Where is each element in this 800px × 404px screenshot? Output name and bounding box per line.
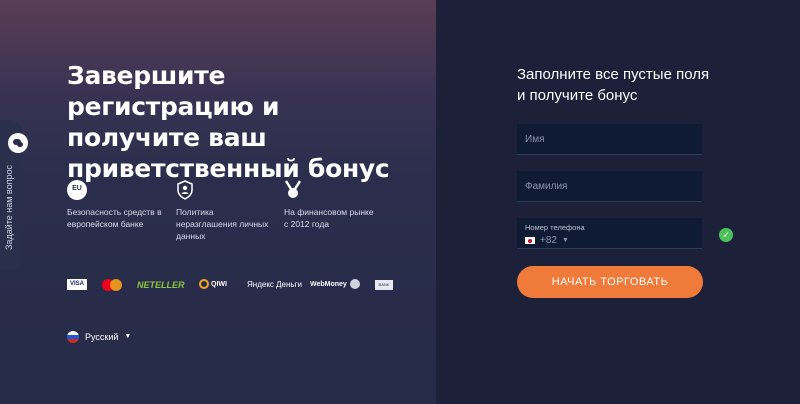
start-trading-button[interactable]: НАЧАТЬ ТОРГОВАТЬ xyxy=(517,266,703,298)
first-name-field[interactable] xyxy=(517,124,702,155)
chevron-down-icon[interactable]: ▼ xyxy=(562,237,569,244)
last-name-field[interactable] xyxy=(517,171,702,202)
phone-label: Номер телефона xyxy=(525,223,585,232)
shield-person-icon xyxy=(176,180,196,200)
yandex-money-logo: Яндекс Деньги xyxy=(247,280,302,289)
bank-logo: BANK xyxy=(375,280,393,290)
check-icon: ✓ xyxy=(719,228,733,242)
eu-bank-icon: EU xyxy=(67,180,87,200)
feature-text: Безопасность средств в европейском банке xyxy=(67,207,162,229)
language-label: Русский xyxy=(85,332,119,342)
feature-since-2012: На финансовом рынке с 2012 года xyxy=(284,180,379,230)
payment-methods: VISA NETELLER QIWI Яндекс Деньги WebMone… xyxy=(67,277,397,293)
page-title: Завершите регистрацию и получите ваш при… xyxy=(67,61,390,183)
phone-country-code[interactable]: +82 xyxy=(540,235,557,246)
russia-flag-icon xyxy=(67,331,79,343)
ask-question-label[interactable]: Задайте нам вопрос xyxy=(4,160,14,250)
feature-eu-bank: EU Безопасность средств в европейском ба… xyxy=(67,180,162,230)
first-name-input[interactable] xyxy=(517,124,702,154)
award-icon xyxy=(284,180,304,200)
visa-logo: VISA xyxy=(67,279,87,290)
chevron-down-icon: ▼ xyxy=(124,333,132,340)
phone-field[interactable]: Номер телефона +82 ▼ xyxy=(517,218,702,249)
form-title: Заполните все пустые поля и получите бон… xyxy=(517,66,710,104)
mastercard-logo xyxy=(102,277,124,293)
chat-icon[interactable] xyxy=(8,133,28,153)
form-panel xyxy=(436,0,800,404)
feature-privacy: Политика неразглашения личных данных xyxy=(176,180,271,242)
language-selector[interactable]: Русский ▼ xyxy=(67,331,131,343)
feature-text: Политика неразглашения личных данных xyxy=(176,207,269,241)
feature-text: На финансовом рынке с 2012 года xyxy=(284,207,374,229)
neteller-logo: NETELLER xyxy=(137,280,185,290)
last-name-input[interactable] xyxy=(517,171,702,201)
korea-flag-icon[interactable] xyxy=(525,237,535,244)
qiwi-logo: QIWI xyxy=(199,277,227,293)
webmoney-logo: WebMoney xyxy=(310,277,360,293)
